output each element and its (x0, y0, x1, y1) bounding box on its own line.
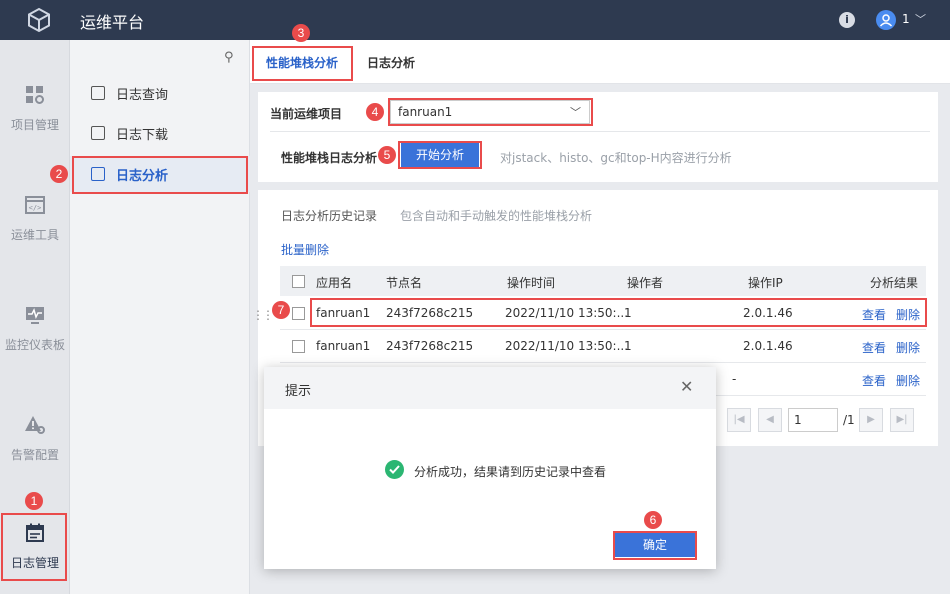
nav-item-tools[interactable]: </> 运维工具 (0, 186, 70, 266)
nav-item-monitor[interactable]: 监控仪表板 (0, 296, 70, 376)
cell-app: fanruan1 (316, 339, 371, 353)
tab-log-analysis[interactable]: 日志分析 (367, 54, 415, 71)
annotation-box (398, 141, 482, 169)
delete-link[interactable]: 删除 (896, 372, 920, 389)
table-header: 应用名 节点名 操作时间 操作者 操作IP 分析结果 (280, 266, 926, 296)
annotation-box (613, 531, 697, 560)
user-name[interactable]: 1 (902, 12, 910, 26)
annotation-box (252, 46, 353, 81)
step-badge: 4 (366, 103, 384, 121)
dialog-header: 提示 ✕ (264, 367, 716, 409)
column-header: 操作IP (748, 276, 783, 290)
sub-menu: 日志查询 日志下载 日志分析 (70, 40, 250, 594)
step-badge: 2 (50, 165, 68, 183)
nav-item-alert[interactable]: 告警配置 (0, 406, 70, 486)
dialog-message: 分析成功，结果请到历史记录中查看 (414, 465, 607, 479)
first-page-button[interactable]: |◀ (727, 408, 751, 432)
top-bar: 运维平台 i 1 ﹀ (0, 0, 950, 40)
drag-handle-icon[interactable]: ⋮⋮ (252, 308, 274, 322)
monitor-icon (26, 307, 44, 324)
sub-item-label: 日志下载 (116, 128, 169, 143)
left-nav: 项目管理 </> 运维工具 监控仪表板 告警配置 日志管理 (0, 40, 70, 594)
info-icon[interactable]: i (839, 12, 855, 28)
step-badge: 7 (272, 301, 290, 319)
annotation-box (310, 298, 927, 327)
nav-label: 项目管理 (10, 118, 59, 132)
row-checkbox[interactable] (292, 307, 305, 320)
history-subtitle: 包含自动和手动触发的性能堆栈分析 (400, 209, 593, 223)
sub-item-label: 日志查询 (116, 88, 169, 103)
step-badge: 6 (644, 511, 662, 529)
close-icon[interactable]: ✕ (680, 377, 693, 396)
view-link[interactable]: 查看 (862, 372, 886, 389)
sub-item-log-search[interactable]: 日志查询 (70, 75, 250, 111)
table-row: fanruan1 243f7268c215 2022/11/10 13:50:.… (280, 331, 926, 363)
nav-label: 告警配置 (10, 448, 59, 462)
grid-gear-icon (26, 86, 44, 104)
project-label: 当前运维项目 (270, 107, 343, 121)
cell-node: 243f7268c215 (386, 339, 474, 353)
alert-gear-icon (25, 416, 45, 434)
column-header: 操作时间 (507, 276, 556, 290)
divider (270, 131, 930, 132)
prev-page-button[interactable]: ◀ (758, 408, 782, 432)
annotation-box (388, 98, 593, 126)
page-input[interactable]: 1 (788, 408, 838, 432)
app-title: 运维平台 (80, 13, 145, 32)
delete-link[interactable]: 删除 (896, 339, 920, 356)
column-header: 节点名 (386, 276, 423, 290)
cell-ip: 2.0.1.46 (743, 339, 793, 353)
avatar[interactable] (876, 10, 896, 30)
log-search-icon (91, 86, 105, 100)
tab-bar: 性能堆栈分析 日志分析 (250, 40, 950, 84)
column-header: 应用名 (316, 276, 353, 290)
pin-icon[interactable]: ⚲ (224, 50, 234, 65)
column-header: 操作者 (627, 276, 664, 290)
nav-label: 运维工具 (10, 228, 59, 242)
nav-item-project[interactable]: 项目管理 (0, 76, 70, 156)
row-checkbox[interactable] (292, 340, 305, 353)
last-page-button[interactable]: ▶| (890, 408, 914, 432)
annotation-box (1, 513, 67, 581)
batch-delete-link[interactable]: 批量删除 (281, 241, 329, 258)
cell-ip: - (732, 372, 737, 386)
sub-item-log-download[interactable]: 日志下载 (70, 115, 250, 151)
step-badge: 1 (25, 492, 43, 510)
stack-log-label: 性能堆栈日志分析 (281, 151, 378, 165)
analysis-panel (258, 92, 938, 182)
logo-icon (28, 7, 50, 33)
code-window-icon: </> (25, 196, 45, 214)
select-all-checkbox[interactable] (292, 275, 305, 288)
start-hint: 对jstack、histo、gc和top-H内容进行分析 (500, 151, 732, 165)
annotation-box (72, 156, 248, 194)
step-badge: 3 (292, 24, 310, 42)
chevron-down-icon[interactable]: ﹀ (915, 11, 926, 27)
view-link[interactable]: 查看 (862, 339, 886, 356)
history-title: 日志分析历史记录 (281, 209, 378, 223)
column-header: 分析结果 (870, 276, 919, 290)
success-check-icon (385, 460, 404, 479)
svg-text:</>: </> (29, 204, 42, 212)
cell-operator: 1 (624, 339, 632, 353)
page-total: /1 (843, 413, 855, 427)
log-download-icon (91, 126, 105, 140)
cell-time: 2022/11/10 13:50:... (505, 339, 629, 353)
step-badge: 5 (378, 146, 396, 164)
dialog-title: 提示 (285, 384, 312, 399)
next-page-button[interactable]: ▶ (859, 408, 883, 432)
nav-label: 监控仪表板 (4, 338, 65, 352)
